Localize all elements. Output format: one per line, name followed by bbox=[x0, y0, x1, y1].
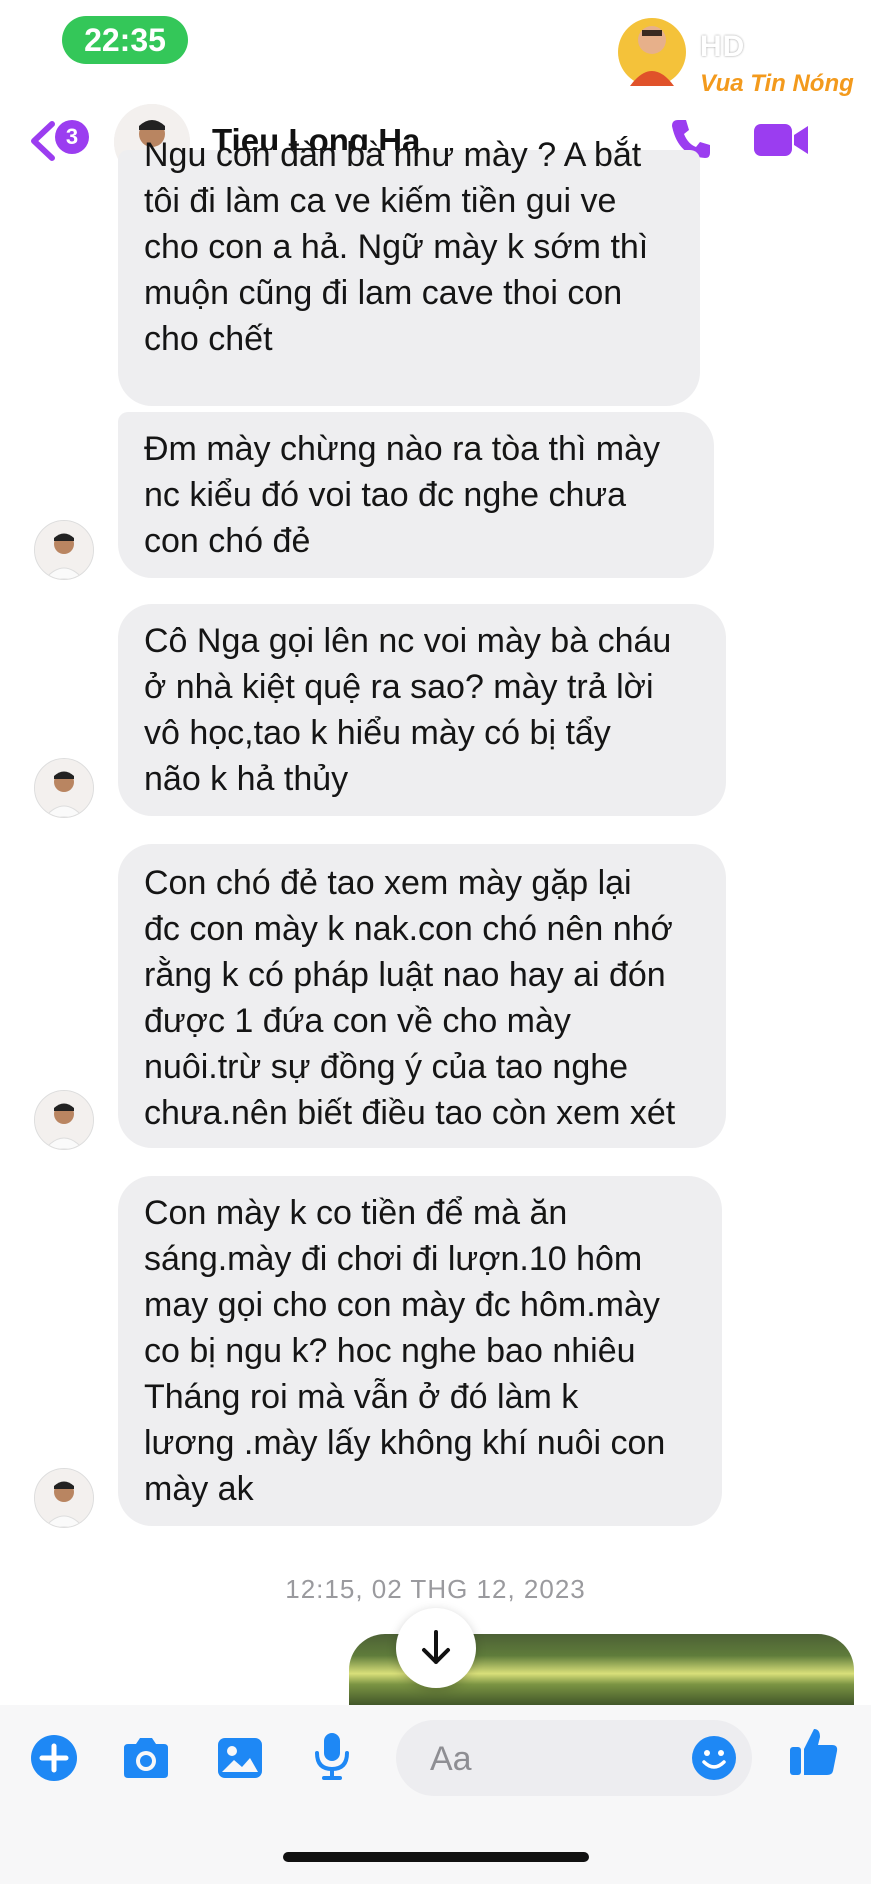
message-line: cho con a hả. Ngữ mày k sớm thì bbox=[144, 228, 649, 266]
message-line: cho chết bbox=[144, 320, 273, 358]
arrow-down-icon bbox=[422, 1630, 450, 1664]
message-line: Cô Nga gọi lên nc voi mày bà cháu bbox=[144, 622, 672, 660]
message-line: may gọi cho con mày đc hôm.mày bbox=[144, 1286, 660, 1324]
sender-avatar[interactable] bbox=[34, 1468, 94, 1528]
unread-badge: 3 bbox=[55, 120, 89, 154]
message-line: rằng k có pháp luật nao hay ai đón bbox=[144, 956, 666, 994]
emoji-button[interactable] bbox=[688, 1732, 740, 1784]
message-line: Tháng roi mà vẫn ở đó làm k bbox=[144, 1378, 579, 1416]
message-line: muộn cũng đi lam cave thoi con bbox=[144, 274, 623, 312]
image-icon bbox=[218, 1738, 262, 1778]
home-indicator bbox=[283, 1852, 589, 1862]
message-bubble[interactable]: Ngu con đàn bà như mày ? A bắt tôi đi là… bbox=[118, 136, 700, 406]
watermark-logo bbox=[612, 12, 692, 92]
message-line: tôi đi làm ca ve kiếm tiền gui ve bbox=[144, 182, 617, 220]
microphone-button[interactable] bbox=[306, 1730, 358, 1782]
message-line: lương .mày lấy không khí nuôi con bbox=[144, 1424, 666, 1462]
thumbs-up-icon bbox=[790, 1729, 838, 1775]
emoji-icon bbox=[692, 1736, 736, 1780]
message-line: con chó đẻ bbox=[144, 522, 311, 560]
like-button[interactable] bbox=[788, 1726, 840, 1778]
message-line: Ngu con đàn bà như mày ? A bắt bbox=[144, 136, 642, 174]
message-bubble[interactable]: Con mày k co tiền để mà ăn sáng.mày đi c… bbox=[118, 1176, 722, 1526]
message-line: nuôi.trừ sự đồng ý của tao nghe bbox=[144, 1048, 629, 1086]
sender-avatar[interactable] bbox=[34, 758, 94, 818]
message-input-placeholder: Aa bbox=[430, 1740, 472, 1778]
message-timestamp: 12:15, 02 THG 12, 2023 bbox=[285, 1574, 586, 1604]
message-line: chưa.nên biết điều tao còn xem xét bbox=[144, 1094, 676, 1132]
hd-badge: HD bbox=[700, 30, 746, 63]
watermark-text: Vua Tin Nóng bbox=[700, 70, 854, 97]
message-bubble[interactable]: Con chó đẻ tao xem mày gặp lại đc con mà… bbox=[118, 844, 726, 1148]
plus-button[interactable] bbox=[28, 1732, 80, 1784]
message-line: sáng.mày đi chơi đi lượn.10 hôm bbox=[144, 1240, 643, 1278]
message-bubble[interactable]: Cô Nga gọi lên nc voi mày bà cháu ở nhà … bbox=[118, 604, 726, 816]
sender-avatar[interactable] bbox=[34, 520, 94, 580]
gallery-button[interactable] bbox=[214, 1732, 266, 1784]
message-line: Đm mày chừng nào ra tòa thì mày bbox=[144, 430, 660, 468]
camera-button[interactable] bbox=[120, 1732, 172, 1784]
plus-icon bbox=[31, 1735, 77, 1781]
message-line: mày ak bbox=[144, 1470, 254, 1508]
status-time: 22:35 bbox=[62, 16, 188, 64]
message-bubble[interactable]: Đm mày chừng nào ra tòa thì mày nc kiểu … bbox=[118, 412, 714, 578]
video-call-button[interactable] bbox=[752, 118, 810, 167]
message-line: đc con mày k nak.con chó nên nhớ bbox=[144, 910, 673, 948]
microphone-icon bbox=[315, 1733, 349, 1780]
sender-avatar[interactable] bbox=[34, 1090, 94, 1150]
message-line: nc kiểu đó voi tao đc nghe chưa bbox=[144, 476, 627, 514]
message-line: Con chó đẻ tao xem mày gặp lại bbox=[144, 864, 632, 902]
message-line: co bị ngu k? hoc nghe bao nhiêu bbox=[144, 1332, 636, 1370]
camera-icon bbox=[124, 1738, 168, 1778]
message-line: ở nhà kiệt quệ ra sao? mày trả lời bbox=[144, 668, 654, 706]
message-line: não k hả thủy bbox=[144, 760, 349, 798]
scroll-to-bottom-button[interactable] bbox=[396, 1608, 476, 1688]
message-line: Con mày k co tiền để mà ăn bbox=[144, 1194, 568, 1232]
message-line: được 1 đứa con về cho mày bbox=[144, 1002, 571, 1040]
video-camera-icon bbox=[754, 124, 808, 156]
message-line: vô học,tao k hiểu mày có bị tẩy bbox=[144, 714, 611, 752]
